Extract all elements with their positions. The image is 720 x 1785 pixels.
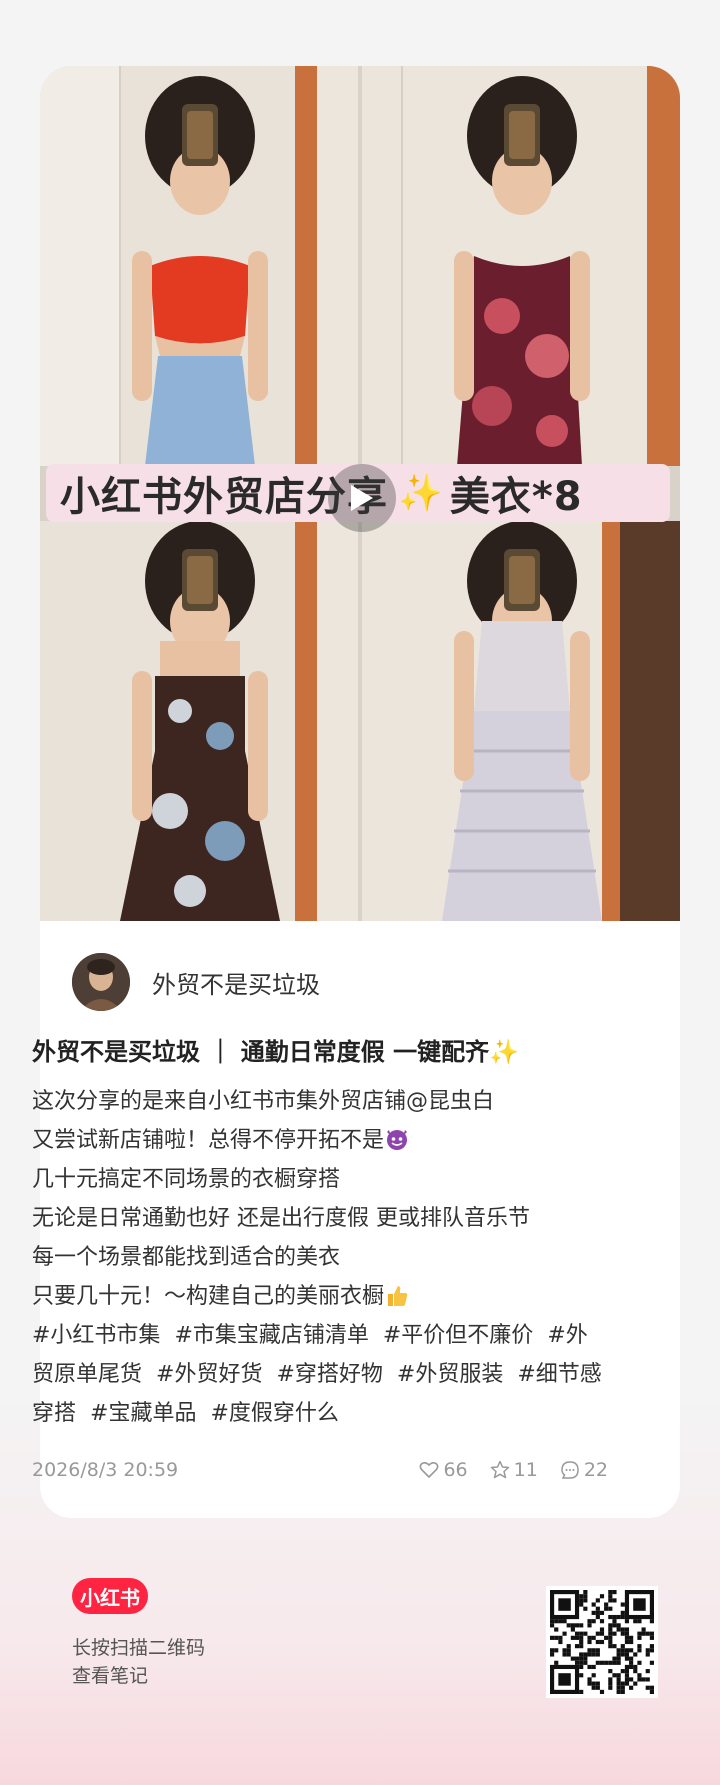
play-icon (351, 485, 373, 511)
post-line: 每一个场景都能找到适合的美衣 (32, 1245, 341, 1270)
post-line-with-emoji: 又尝试新店铺啦！总得不停开拓不是 (32, 1121, 612, 1160)
scan-hint: 长按扫描二维码 查看笔记 (72, 1634, 205, 1690)
hashtag[interactable]: #穿搭好物 (276, 1362, 382, 1387)
post-line-text: 又尝试新店铺啦！总得不停开拓不是 (32, 1128, 385, 1153)
brand-logo: 小红书 (72, 1578, 148, 1614)
post-line: 这次分享的是来自小红书市集外贸店铺@昆虫白 (32, 1089, 495, 1114)
qr-code[interactable] (546, 1586, 658, 1698)
post-line-with-emoji: 只要几十元！～构建自己的美丽衣橱 (32, 1277, 612, 1316)
post-date: 2026/8/3 20:59 (32, 1459, 179, 1481)
hashtag[interactable]: #宝藏单品 (90, 1401, 196, 1426)
sparkle-icon: ✨ (398, 473, 444, 514)
play-button[interactable] (328, 464, 396, 532)
outfit-photo-4 (362, 521, 680, 921)
star-icon (490, 1460, 509, 1479)
post-line: 几十元搞定不同场景的衣橱穿搭 (32, 1167, 341, 1192)
like-count: 66 (443, 1459, 468, 1481)
outfit-photo-1 (40, 66, 358, 466)
like-button[interactable]: 66 (419, 1459, 468, 1481)
cover-image[interactable]: 小红书外贸店分享 ✨ 美衣*8 (40, 66, 680, 921)
heart-icon (420, 1461, 439, 1479)
collect-button[interactable]: 11 (490, 1459, 538, 1481)
outfit-photo-2 (362, 66, 680, 466)
thumbs-up-emoji-icon (388, 1286, 408, 1306)
hashtag[interactable]: #外贸好货 (156, 1362, 262, 1387)
post-line-text: 只要几十元！～构建自己的美丽衣橱 (32, 1284, 385, 1309)
outfit-photo-3 (40, 521, 358, 921)
tag-list: #小红书市集 #市集宝藏店铺清单 #平价但不廉价 #外贸原单尾货 #外贸好货 #穿搭好物 #… (32, 1316, 602, 1433)
devil-emoji-icon (387, 1130, 408, 1150)
engagement-stats: 66 11 22 (397, 1459, 608, 1481)
author-name[interactable]: 外贸不是买垃圾 (152, 965, 320, 1000)
hashtag[interactable]: #小红书市集 (32, 1323, 160, 1348)
author-row[interactable]: 外贸不是买垃圾 (72, 952, 320, 1012)
comment-icon (561, 1461, 579, 1479)
post-line: 无论是日常通勤也好 还是出行度假 更或排队音乐节 (32, 1206, 530, 1231)
hashtag[interactable]: #市集宝藏店铺清单 (174, 1323, 368, 1348)
comment-button[interactable]: 22 (560, 1459, 608, 1481)
hashtag[interactable]: #外贸服装 (397, 1362, 503, 1387)
scan-hint-line2: 查看笔记 (72, 1665, 149, 1687)
avatar[interactable] (72, 953, 130, 1011)
comment-count: 22 (583, 1459, 608, 1481)
scan-hint-line1: 长按扫描二维码 (72, 1637, 206, 1659)
cover-title-suffix: 美衣*8 (449, 474, 583, 520)
post-title: 外贸不是买垃圾 ｜ 通勤日常度假 一键配齐✨ (32, 1038, 519, 1066)
hashtag[interactable]: #平价但不廉价 (383, 1323, 533, 1348)
collect-count: 11 (513, 1459, 538, 1481)
post-meta: 2026/8/3 20:59 66 11 22 (32, 1454, 608, 1486)
post-body: 这次分享的是来自小红书市集外贸店铺@昆虫白 又尝试新店铺啦！总得不停开拓不是 几… (32, 1082, 612, 1433)
hashtag[interactable]: #度假穿什么 (210, 1401, 338, 1426)
